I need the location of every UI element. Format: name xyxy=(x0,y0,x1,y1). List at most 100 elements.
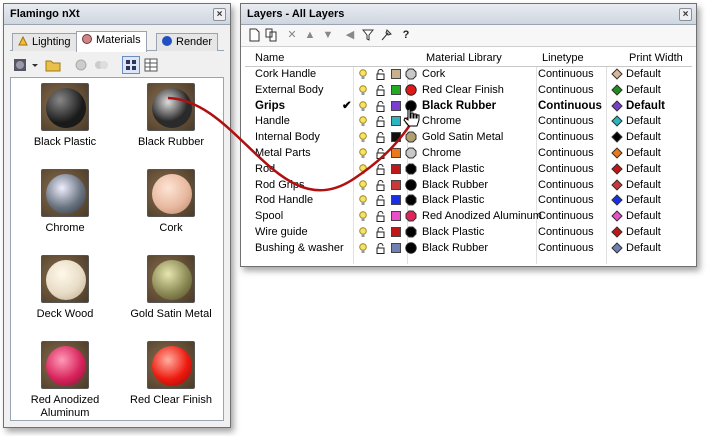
light-bulb-icon[interactable] xyxy=(359,195,367,206)
layer-material-icon[interactable] xyxy=(72,56,90,74)
material-item[interactable]: Gold Satin Metal xyxy=(119,252,223,338)
light-bulb-icon[interactable] xyxy=(359,84,367,96)
print-color-icon[interactable] xyxy=(611,242,623,254)
material-item[interactable]: Cork xyxy=(119,166,223,252)
light-bulb-icon[interactable] xyxy=(359,116,367,127)
layer-linetype[interactable]: Continuous xyxy=(538,130,594,145)
layer-material[interactable]: Black Plastic xyxy=(422,162,484,177)
table-row[interactable]: Cork Handle Cork Continuous Default xyxy=(245,67,692,83)
print-color-icon[interactable] xyxy=(611,68,623,80)
table-row[interactable]: Handle Chrome Continuous Default xyxy=(245,114,692,130)
layer-print-width[interactable]: Default xyxy=(626,178,661,193)
layer-linetype[interactable]: Continuous xyxy=(538,178,594,193)
layer-name[interactable]: Rod Grips xyxy=(255,178,305,193)
table-row[interactable]: Rod Handle Black Plastic Continuous Defa… xyxy=(245,193,692,209)
flamingo-close-button[interactable]: × xyxy=(213,8,226,21)
layer-linetype[interactable]: Continuous xyxy=(538,225,594,240)
layer-name[interactable]: Rod xyxy=(255,162,275,177)
layer-linetype[interactable]: Continuous xyxy=(538,193,594,208)
layer-material[interactable]: Chrome xyxy=(422,146,461,161)
layer-print-width[interactable]: Default xyxy=(626,99,665,114)
layer-name[interactable]: Internal Body xyxy=(255,130,320,145)
layer-name[interactable]: External Body xyxy=(255,83,323,98)
layer-name[interactable]: Wire guide xyxy=(255,225,308,240)
layer-material[interactable]: Black Plastic xyxy=(422,193,484,208)
layer-print-width[interactable]: Default xyxy=(626,146,661,161)
lock-icon[interactable] xyxy=(376,242,385,254)
lock-icon[interactable] xyxy=(376,148,385,159)
layer-color-swatch[interactable] xyxy=(391,195,401,206)
material-sphere-icon[interactable] xyxy=(12,56,30,74)
layer-print-width[interactable]: Default xyxy=(626,193,661,208)
layers-close-button[interactable]: × xyxy=(679,8,692,21)
layer-linetype[interactable]: Continuous xyxy=(538,146,594,161)
layer-material[interactable]: Black Plastic xyxy=(422,225,484,240)
layers-titlebar[interactable]: Layers - All Layers × xyxy=(241,4,696,25)
folder-icon[interactable] xyxy=(44,56,62,74)
layer-name[interactable]: Cork Handle xyxy=(255,67,316,82)
layer-material[interactable]: Red Clear Finish xyxy=(422,83,504,98)
layer-linetype[interactable]: Continuous xyxy=(538,67,594,82)
layer-color-swatch[interactable] xyxy=(391,163,401,174)
tab-materials[interactable]: Materials xyxy=(76,31,147,52)
material-item[interactable]: Deck Wood xyxy=(13,252,117,338)
layer-color-swatch[interactable] xyxy=(391,132,401,143)
light-bulb-icon[interactable] xyxy=(359,132,367,143)
table-row[interactable]: Wire guide Black Plastic Continuous Defa… xyxy=(245,225,692,241)
move-down-icon[interactable]: ▼ xyxy=(321,28,335,43)
column-header-linetype[interactable]: Linetype xyxy=(542,52,584,64)
layer-name[interactable]: Spool xyxy=(255,209,283,224)
print-color-icon[interactable] xyxy=(611,194,623,207)
table-row[interactable]: Spool Red Anodized Aluminum Continuous D… xyxy=(245,209,692,225)
layer-name[interactable]: Handle xyxy=(255,114,290,129)
lock-icon[interactable] xyxy=(376,84,385,96)
help-icon[interactable]: ? xyxy=(399,28,413,43)
layer-color-swatch[interactable] xyxy=(391,116,401,127)
delete-icon[interactable]: ✕ xyxy=(285,28,299,43)
material-item[interactable]: Chrome xyxy=(13,166,117,252)
layer-material[interactable]: Black Rubber xyxy=(422,178,488,193)
material-item[interactable]: Red Anodized Aluminum xyxy=(13,338,117,420)
layer-linetype[interactable]: Continuous xyxy=(538,99,602,114)
move-up-icon[interactable]: ▲ xyxy=(303,28,317,43)
column-header-material[interactable]: Material Library xyxy=(426,52,502,64)
table-row[interactable]: Bushing & washer Black Rubber Continuous… xyxy=(245,241,692,257)
table-row[interactable]: Internal Body Gold Satin Metal Continuou… xyxy=(245,130,692,146)
layer-name[interactable]: Grips xyxy=(255,99,285,114)
lock-icon[interactable] xyxy=(376,100,385,112)
table-row[interactable]: External Body Red Clear Finish Continuou… xyxy=(245,83,692,99)
layer-print-width[interactable]: Default xyxy=(626,67,661,82)
move-left-icon[interactable]: ◀ xyxy=(343,28,357,43)
print-color-icon[interactable] xyxy=(611,115,623,128)
light-bulb-icon[interactable] xyxy=(359,242,367,254)
layer-color-swatch[interactable] xyxy=(391,84,401,95)
layer-material[interactable]: Gold Satin Metal xyxy=(422,130,503,145)
lock-icon[interactable] xyxy=(376,163,385,175)
layer-color-swatch[interactable] xyxy=(391,147,401,158)
chevron-down-icon[interactable] xyxy=(30,56,40,74)
table-row[interactable]: Rod Grips Black Rubber Continuous Defaul… xyxy=(245,178,692,194)
filter-icon[interactable] xyxy=(361,28,375,43)
print-color-icon[interactable] xyxy=(611,226,623,238)
lock-icon[interactable] xyxy=(376,132,385,144)
light-bulb-icon[interactable] xyxy=(359,211,367,222)
layer-print-width[interactable]: Default xyxy=(626,130,661,145)
print-color-icon[interactable] xyxy=(611,210,623,222)
layer-print-width[interactable]: Default xyxy=(626,114,661,129)
layer-material[interactable]: Black Rubber xyxy=(422,99,496,114)
layer-color-swatch[interactable] xyxy=(391,226,401,237)
light-bulb-icon[interactable] xyxy=(359,163,367,175)
thumbnail-view-icon[interactable] xyxy=(122,56,140,74)
lock-icon[interactable] xyxy=(376,226,385,238)
light-bulb-icon[interactable] xyxy=(359,179,367,191)
layer-color-swatch[interactable] xyxy=(391,100,401,111)
layer-linetype[interactable]: Continuous xyxy=(538,209,594,224)
layer-color-swatch[interactable] xyxy=(391,211,401,222)
lock-icon[interactable] xyxy=(376,69,385,80)
layer-material[interactable]: Red Anodized Aluminum xyxy=(422,209,542,224)
list-view-icon[interactable] xyxy=(142,56,160,74)
layer-linetype[interactable]: Continuous xyxy=(538,162,594,177)
layer-linetype[interactable]: Continuous xyxy=(538,83,594,98)
layer-print-width[interactable]: Default xyxy=(626,83,661,98)
print-color-icon[interactable] xyxy=(611,163,623,175)
